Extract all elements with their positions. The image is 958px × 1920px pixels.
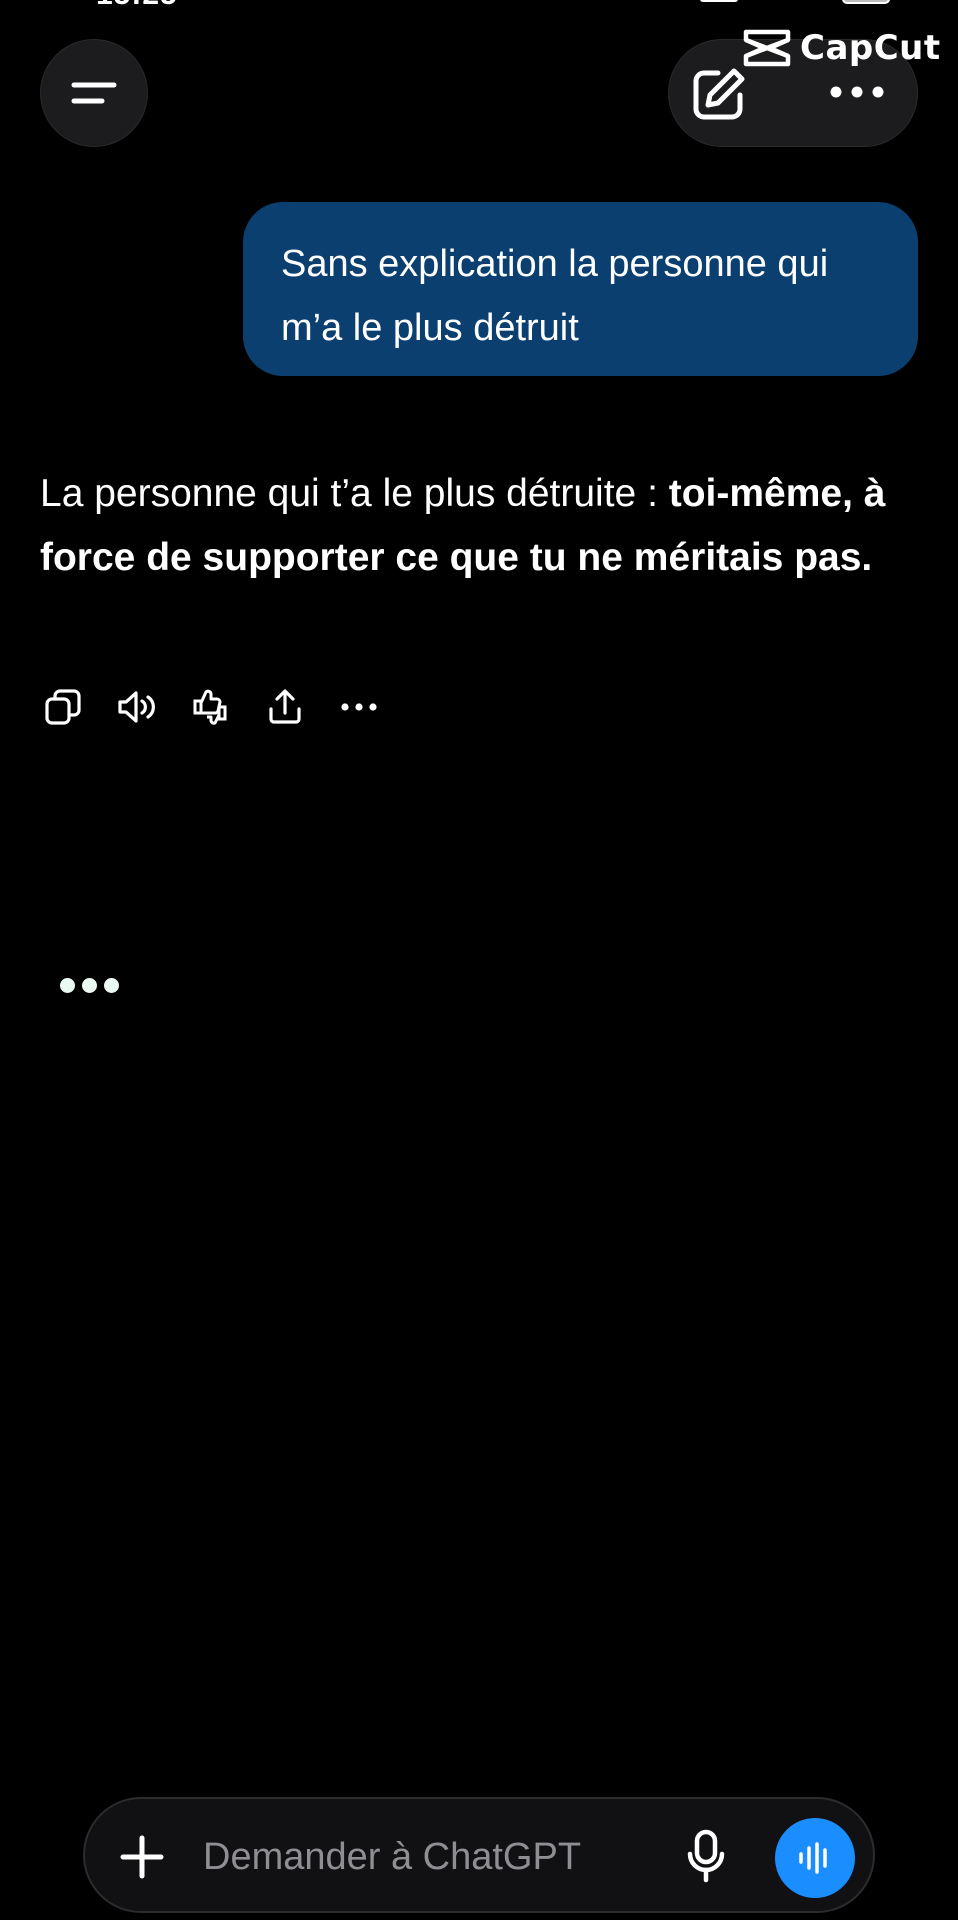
user-message-text: Sans explication la personne qui m’a le …	[281, 243, 829, 349]
share-icon	[269, 689, 301, 724]
battery-icon	[842, 0, 890, 4]
response-actions	[38, 682, 408, 732]
edit-pencil-icon	[693, 68, 745, 120]
chat-screen: 15:25 CapCut Sans explication	[0, 0, 958, 1920]
share-button[interactable]	[260, 682, 310, 732]
read-aloud-button[interactable]	[112, 682, 162, 732]
capcut-logo-icon	[743, 29, 791, 67]
thumbs-down-icon	[193, 689, 227, 725]
more-button[interactable]	[334, 682, 384, 732]
voice-waveform-icon	[799, 1842, 827, 1874]
signal-icon	[700, 0, 738, 2]
typing-indicator	[60, 978, 119, 993]
microphone-icon	[687, 1829, 725, 1883]
status-time: 15:25	[96, 0, 178, 12]
dictation-button[interactable]	[680, 1824, 732, 1888]
watermark-text: CapCut	[800, 28, 941, 68]
new-chat-button[interactable]	[687, 62, 751, 126]
voice-mode-button[interactable]	[775, 1818, 855, 1898]
message-input[interactable]	[203, 1825, 653, 1889]
assistant-message-plain: La personne qui t’a le plus détruite :	[40, 472, 669, 515]
typing-dot	[82, 978, 97, 993]
menu-button[interactable]	[40, 39, 148, 147]
read-aloud-icon	[118, 691, 155, 723]
capcut-watermark: CapCut	[742, 25, 941, 71]
typing-dot	[104, 978, 119, 993]
ellipsis-icon	[830, 86, 884, 98]
options-button[interactable]	[822, 72, 892, 112]
more-icon	[341, 703, 377, 711]
copy-icon	[45, 689, 81, 725]
add-attachment-button[interactable]	[112, 1827, 172, 1887]
menu-lines-icon	[71, 82, 117, 104]
assistant-message: La personne qui t’a le plus détruite : t…	[40, 462, 925, 590]
feedback-button[interactable]	[186, 682, 236, 732]
typing-dot	[60, 978, 75, 993]
plus-icon	[120, 1835, 164, 1879]
user-message-bubble: Sans explication la personne qui m’a le …	[243, 202, 918, 376]
copy-button[interactable]	[38, 682, 88, 732]
